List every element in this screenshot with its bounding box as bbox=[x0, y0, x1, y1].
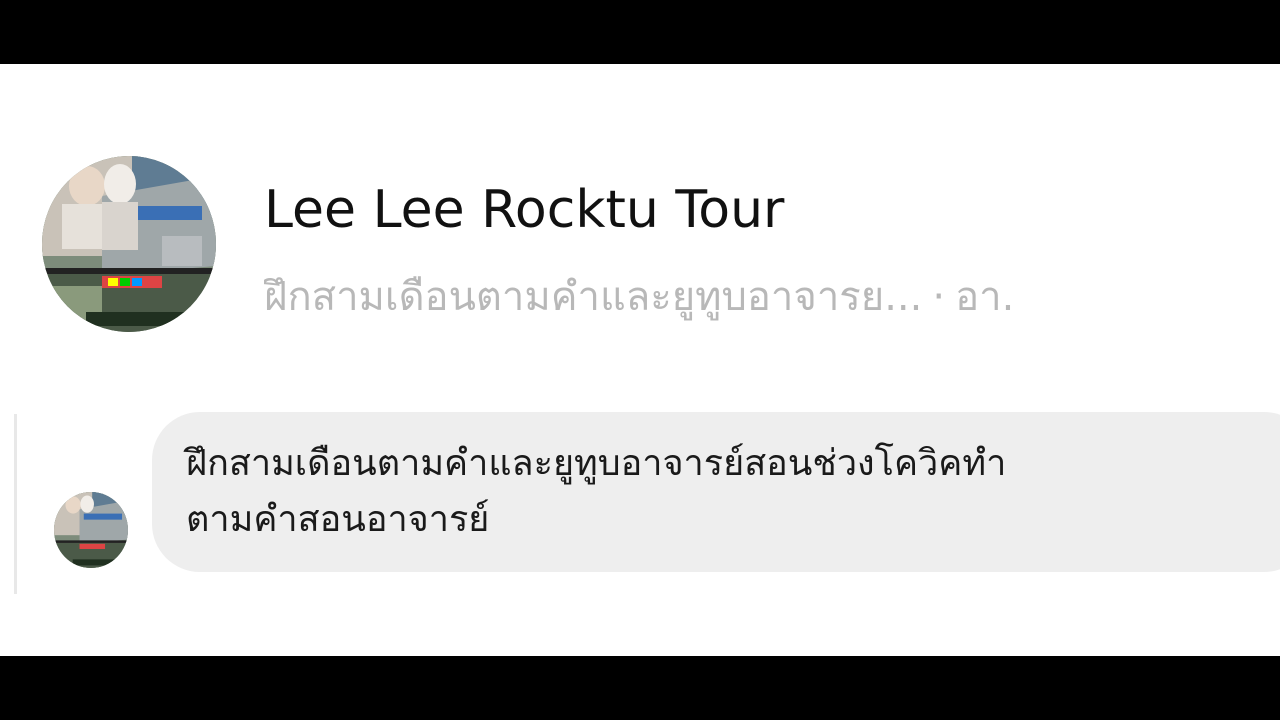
profile-photo bbox=[42, 156, 216, 332]
preview-timestamp: อา. bbox=[955, 274, 1015, 320]
chat-view: Lee Lee Rocktu Tour ฝึกสามเดือนตามคำและย… bbox=[0, 64, 1280, 656]
last-message-preview: ฝึกสามเดือนตามคำและยูทูบอาจารย... · อา. bbox=[264, 264, 1244, 328]
profile-avatar[interactable] bbox=[42, 156, 216, 332]
letterbox-bottom bbox=[0, 656, 1280, 720]
letterbox-top bbox=[0, 0, 1280, 64]
preview-text: ฝึกสามเดือนตามคำและยูทูบอาจารย... bbox=[264, 274, 923, 320]
message-line: ฝึกสามเดือนตามคำและยูทูบอาจารย์สอนช่วงโค… bbox=[186, 443, 1007, 484]
sender-photo bbox=[54, 492, 128, 568]
sender-avatar[interactable] bbox=[54, 492, 128, 568]
conversation-name[interactable]: Lee Lee Rocktu Tour bbox=[264, 180, 784, 240]
message-line: ตามคำสอนอาจารย์ bbox=[186, 499, 490, 540]
thread-line bbox=[14, 414, 17, 594]
preview-separator: · bbox=[932, 274, 946, 320]
message-text: ฝึกสามเดือนตามคำและยูทูบอาจารย์สอนช่วงโค… bbox=[186, 436, 1246, 548]
